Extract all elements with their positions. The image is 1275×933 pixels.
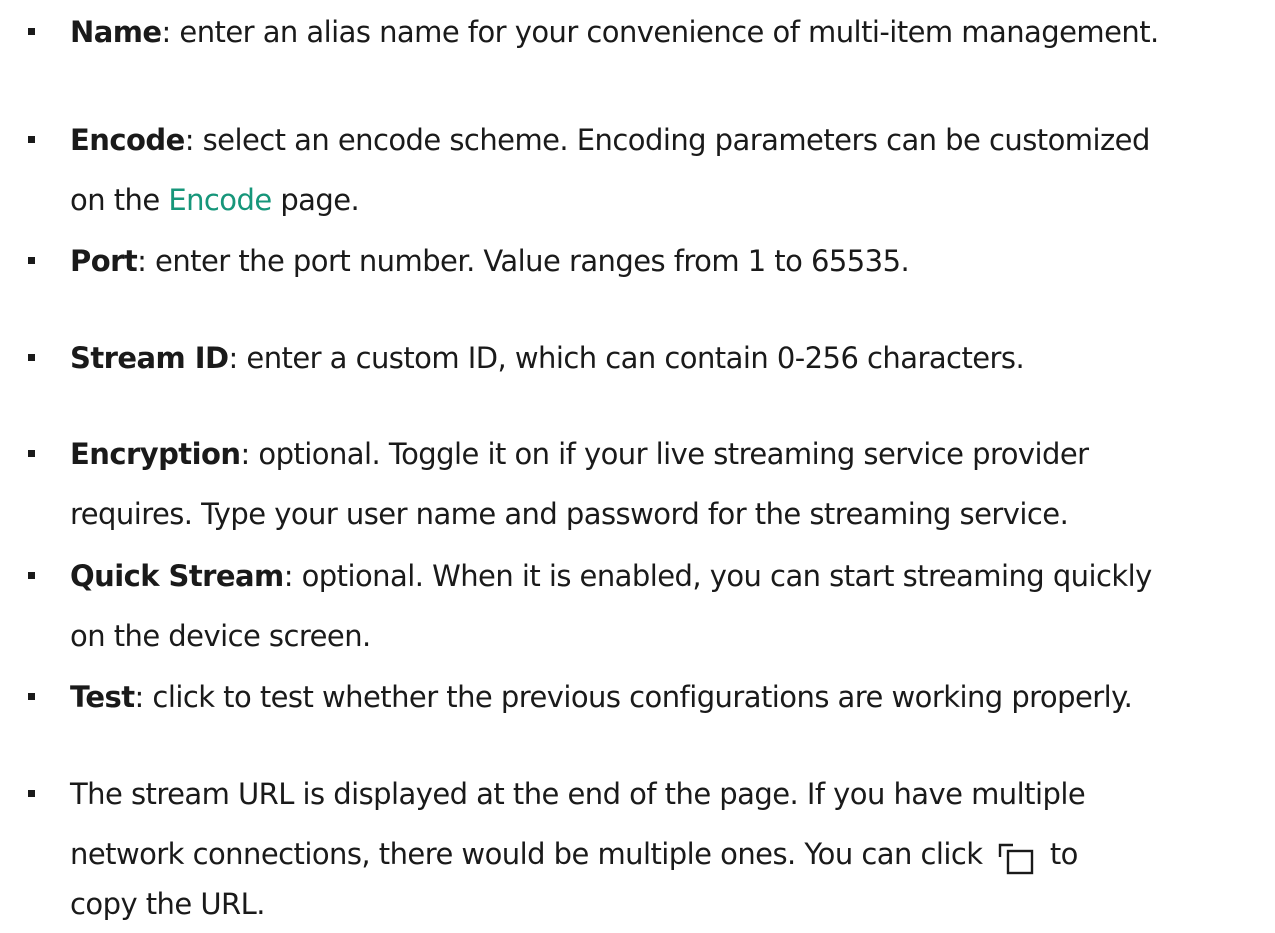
item-description: The stream URL is displayed at the end o… [70, 777, 1086, 811]
item-text-continued: on the Encode page. [70, 171, 1275, 229]
item-term: Encode [70, 123, 185, 157]
bullet-marker [28, 450, 35, 457]
item-text-continued: copy the URL. [70, 875, 1275, 933]
item-description: : enter the port number. Value ranges fr… [137, 244, 910, 278]
bullet-marker [28, 790, 35, 797]
bullet-marker [28, 354, 35, 361]
item-text: Port: enter the port number. Value range… [70, 232, 1275, 290]
item-text: Test: click to test whether the previous… [70, 668, 1275, 726]
item-description: : enter a custom ID, which can contain 0… [228, 341, 1025, 375]
item-text: Name: enter an alias name for your conve… [70, 3, 1275, 61]
item-text-continued: on the device screen. [70, 607, 1275, 665]
item-term: Name [70, 15, 162, 49]
item-term: Port [70, 244, 138, 278]
item-description: : optional. Toggle it on if your live st… [240, 437, 1089, 471]
item-text: Encryption: optional. Toggle it on if yo… [70, 425, 1275, 483]
item-term: Stream ID [70, 341, 229, 375]
bullet-marker [28, 136, 35, 143]
item-description: : enter an alias name for your convenien… [161, 15, 1160, 49]
item-text: Stream ID: enter a custom ID, which can … [70, 329, 1275, 387]
item-text-continued: requires. Type your user name and passwo… [70, 485, 1275, 543]
item-term: Quick Stream [70, 559, 284, 593]
bullet-marker [28, 693, 35, 700]
item-term: Test [70, 680, 135, 714]
item-text: Encode: select an encode scheme. Encodin… [70, 111, 1275, 169]
item-text: Quick Stream: optional. When it is enabl… [70, 547, 1275, 605]
bullet-marker [28, 257, 35, 264]
item-description: page. [271, 183, 360, 217]
item-description: network connections, there would be mult… [70, 837, 992, 871]
item-description: on the device screen. [70, 619, 371, 653]
item-description: on the [70, 183, 169, 217]
copy-icon [997, 836, 1037, 875]
item-description: : click to test whether the previous con… [134, 680, 1133, 714]
bullet-marker [28, 572, 35, 579]
item-description: : select an encode scheme. Encoding para… [184, 123, 1151, 157]
item-description: : optional. When it is enabled, you can … [283, 559, 1153, 593]
item-term: Encryption [70, 437, 241, 471]
item-description: requires. Type your user name and passwo… [70, 497, 1069, 531]
item-description: copy the URL. [70, 887, 265, 921]
item-description: to [1041, 837, 1079, 871]
item-text: The stream URL is displayed at the end o… [70, 765, 1275, 823]
bullet-marker [28, 28, 35, 35]
encode-page-link[interactable]: Encode [168, 183, 272, 217]
